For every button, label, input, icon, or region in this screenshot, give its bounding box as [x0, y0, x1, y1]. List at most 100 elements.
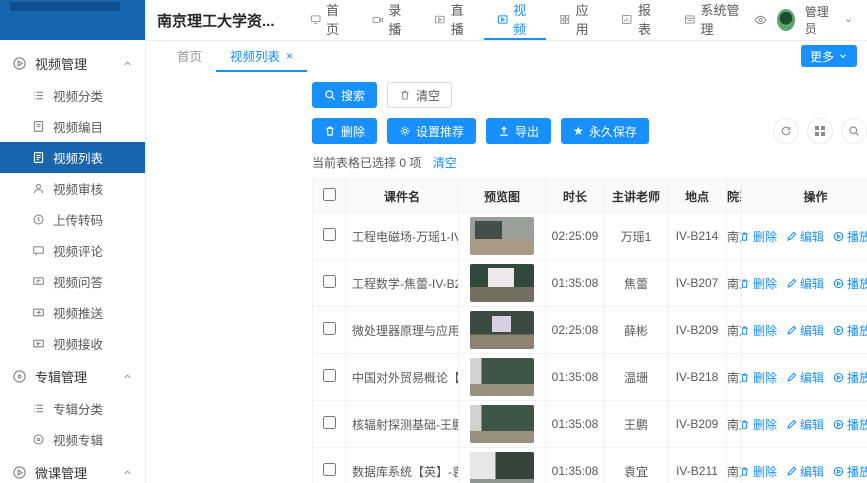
search-button-label: 搜索 — [341, 87, 365, 104]
trash-icon — [399, 89, 411, 101]
permanent-save-button[interactable]: ★ 永久保存 — [561, 118, 649, 144]
row-checkbox[interactable] — [323, 416, 336, 429]
nav-item-video[interactable]: 视频 — [484, 0, 546, 40]
delete-action[interactable]: 删除 — [742, 369, 778, 386]
nav-item-recording[interactable]: 录播 — [359, 0, 421, 40]
preview-thumbnail[interactable] — [470, 452, 534, 483]
sidebar-item-video-category[interactable]: 视频分类 — [0, 80, 145, 111]
more-button[interactable]: 更多 — [801, 45, 857, 67]
courseware-name[interactable]: 核辐射探测基础-王鹏-I... — [346, 401, 459, 448]
table-search-button[interactable] — [841, 118, 867, 144]
refresh-button[interactable] — [773, 118, 799, 144]
edit-action[interactable]: 编辑 — [786, 416, 824, 433]
tab-home[interactable]: 首页 — [163, 41, 216, 72]
set-recommend-button[interactable]: 设置推荐 — [387, 118, 476, 144]
duration: 01:35:08 — [546, 260, 605, 307]
col-header-preview: 预览图 — [459, 180, 546, 213]
sidebar-item-upload-transcode[interactable]: 上传转码 — [0, 204, 145, 235]
sidebar-item-video-review[interactable]: 视频审核 — [0, 173, 145, 204]
sidebar-item-label: 上传转码 — [53, 210, 103, 229]
more-button-label: 更多 — [810, 48, 834, 65]
nav-item-reports[interactable]: 报表 — [608, 0, 670, 40]
row-checkbox[interactable] — [323, 369, 336, 382]
sidebar-item-video-receive[interactable]: 视频接收 — [0, 328, 145, 359]
chevron-down-icon[interactable] — [844, 15, 853, 26]
table-header-row: 课件名 预览图 时长 主讲老师 地点 院系 操作 — [313, 180, 867, 213]
courseware-name[interactable]: 微处理器原理与应用-薛... — [346, 307, 459, 354]
play-action[interactable]: 播放 — [833, 275, 867, 292]
delete-action[interactable]: 删除 — [742, 228, 778, 245]
close-icon[interactable]: × — [286, 50, 293, 62]
sidebar-item-video-list[interactable]: 视频列表 — [0, 142, 145, 173]
delete-action[interactable]: 删除 — [742, 463, 778, 480]
avatar[interactable] — [777, 9, 795, 31]
nav-label: 首页 — [326, 0, 346, 38]
delete-button[interactable]: 删除 — [312, 118, 377, 144]
edit-action[interactable]: 编辑 — [786, 463, 824, 480]
sidebar-item-video-qa[interactable]: 视频问答 — [0, 266, 145, 297]
tab-video-list[interactable]: 视频列表 × — [216, 41, 307, 72]
preview-thumbnail[interactable] — [470, 311, 534, 349]
sidebar-item-video-comments[interactable]: 视频评论 — [0, 235, 145, 266]
preview-thumbnail[interactable] — [470, 217, 534, 255]
play-action[interactable]: 播放 — [833, 463, 867, 480]
sidebar-item-video-push[interactable]: 视频推送 — [0, 297, 145, 328]
edit-action[interactable]: 编辑 — [786, 369, 824, 386]
toolbar-row-actions: 删除 设置推荐 导出 ★ 永久保存 — [312, 118, 867, 144]
preview-thumbnail[interactable] — [470, 405, 534, 443]
sidebar-item-album-category[interactable]: 专辑分类 — [0, 393, 145, 424]
export-button[interactable]: 导出 — [486, 118, 551, 144]
sidebar-item-video-album[interactable]: 视频专辑 — [0, 424, 145, 455]
nav-label: 视频 — [513, 0, 533, 38]
search-button[interactable]: 搜索 — [312, 82, 377, 108]
row-checkbox[interactable] — [323, 463, 336, 476]
courseware-name[interactable]: 工程数学-焦蕾-IV-B207 — [346, 260, 459, 307]
delete-action[interactable]: 删除 — [742, 275, 778, 292]
row-checkbox[interactable] — [323, 275, 336, 288]
edit-action[interactable]: 编辑 — [786, 228, 824, 245]
sidebar-group-microcourse-management[interactable]: 微课管理 — [0, 455, 145, 483]
edit-action[interactable]: 编辑 — [786, 275, 824, 292]
sidebar-group-album-management[interactable]: 专辑管理 — [0, 359, 145, 393]
table-tools — [773, 118, 867, 144]
edit-action[interactable]: 编辑 — [786, 322, 824, 339]
delete-action[interactable]: 删除 — [742, 416, 778, 433]
nav-item-home[interactable]: 首页 — [297, 0, 359, 40]
nav-item-system-management[interactable]: 系统管理 — [671, 0, 754, 40]
play-icon — [833, 466, 844, 477]
selection-prefix: 当前表格已选择 — [312, 156, 396, 170]
location: IV-B218 — [668, 354, 727, 401]
courseware-name[interactable]: 工程电磁场-万瑶1-IV-B... — [346, 213, 459, 260]
duration: 02:25:09 — [546, 213, 605, 260]
user-name[interactable]: 管理员 — [805, 3, 834, 37]
play-action[interactable]: 播放 — [833, 228, 867, 245]
courseware-name[interactable]: 数据库系统【英】-袁宜... — [346, 448, 459, 483]
columns-settings-button[interactable] — [807, 118, 833, 144]
clear-button[interactable]: 清空 — [387, 82, 452, 108]
content-area: 搜索 清空 删除 设置推荐 — [145, 72, 867, 483]
sidebar-menu: 视频管理 视频分类 视频编目 视频列表 视频审核 上 — [0, 40, 145, 483]
tab-label: 首页 — [177, 46, 202, 65]
play-action[interactable]: 播放 — [833, 322, 867, 339]
disc-icon — [32, 433, 45, 446]
row-checkbox[interactable] — [323, 322, 336, 335]
nav-item-live[interactable]: 直播 — [421, 0, 483, 40]
play-circle-icon — [12, 465, 27, 480]
row-checkbox[interactable] — [323, 228, 336, 241]
play-action[interactable]: 播放 — [833, 369, 867, 386]
select-all-checkbox[interactable] — [323, 188, 336, 201]
report-icon — [621, 12, 632, 27]
nav-item-apps[interactable]: 应用 — [546, 0, 608, 40]
selection-info: 当前表格已选择 0 项 清空 — [312, 154, 867, 171]
sidebar-item-video-catalog[interactable]: 视频编目 — [0, 111, 145, 142]
sidebar-group-video-management[interactable]: 视频管理 — [0, 46, 145, 80]
delete-action[interactable]: 删除 — [742, 322, 778, 339]
table-row: 工程数学-焦蕾-IV-B207 01:35:08 焦蕾 IV-B207 南京 删… — [313, 260, 867, 307]
preview-thumbnail[interactable] — [470, 264, 534, 302]
preview-thumbnail[interactable] — [470, 358, 534, 396]
selection-clear-link[interactable]: 清空 — [433, 156, 457, 170]
list-icon — [32, 402, 45, 415]
eye-icon[interactable] — [754, 12, 767, 28]
play-action[interactable]: 播放 — [833, 416, 867, 433]
courseware-name[interactable]: 中国对外贸易概论【英... — [346, 354, 459, 401]
